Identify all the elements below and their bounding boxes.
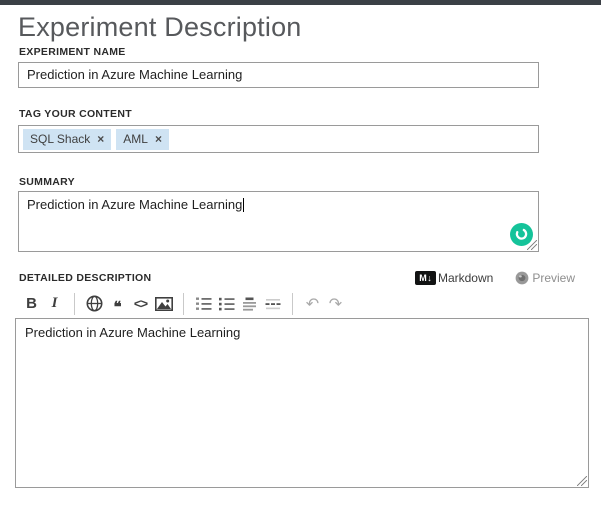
tag-remove-icon[interactable]: × bbox=[155, 132, 162, 146]
bold-button[interactable]: B bbox=[20, 291, 43, 316]
tags-input[interactable]: SQL Shack × AML × bbox=[18, 125, 539, 153]
horizontal-rule-button[interactable] bbox=[261, 291, 284, 316]
experiment-name-input[interactable]: Prediction in Azure Machine Learning bbox=[18, 62, 539, 88]
quote-button[interactable]: ❝ bbox=[106, 291, 129, 316]
preview-eye-icon bbox=[515, 271, 529, 285]
detailed-description-label: DETAILED DESCRIPTION bbox=[19, 272, 152, 284]
summary-label: SUMMARY bbox=[19, 176, 75, 188]
code-button[interactable]: <> bbox=[129, 291, 152, 316]
experiment-name-label: EXPERIMENT NAME bbox=[19, 46, 126, 58]
heading-icon bbox=[243, 297, 256, 311]
ordered-list-button[interactable] bbox=[192, 291, 215, 316]
toolbar-divider bbox=[74, 292, 75, 315]
experiment-description-page: Experiment Description EXPERIMENT NAME P… bbox=[0, 0, 601, 507]
tag-remove-icon[interactable]: × bbox=[97, 132, 104, 146]
summary-value: Prediction in Azure Machine Learning bbox=[27, 197, 243, 212]
heading-button[interactable] bbox=[238, 291, 261, 316]
toolbar-divider bbox=[292, 292, 293, 315]
detailed-description-value: Prediction in Azure Machine Learning bbox=[25, 325, 241, 340]
detailed-description-textarea[interactable]: Prediction in Azure Machine Learning bbox=[15, 318, 589, 488]
italic-button[interactable]: I bbox=[43, 291, 66, 316]
toolbar-divider bbox=[183, 292, 184, 315]
undo-button[interactable]: ↶ bbox=[301, 291, 324, 316]
markdown-toolbar: B I ❝ <> ↶ ↷ bbox=[20, 290, 347, 317]
markdown-label: Markdown bbox=[437, 271, 494, 285]
window-top-bar bbox=[0, 0, 601, 5]
link-globe-button[interactable] bbox=[83, 291, 106, 316]
summary-textarea[interactable]: Prediction in Azure Machine Learning bbox=[18, 191, 539, 252]
unordered-list-button[interactable] bbox=[215, 291, 238, 316]
markdown-mode-bar: M ↓ Markdown Preview bbox=[414, 271, 575, 285]
experiment-name-value: Prediction in Azure Machine Learning bbox=[27, 67, 243, 82]
page-title: Experiment Description bbox=[18, 12, 302, 42]
preview-label: Preview bbox=[532, 271, 575, 285]
globe-icon bbox=[86, 295, 103, 312]
resize-handle[interactable] bbox=[527, 240, 537, 250]
preview-toggle[interactable]: Preview bbox=[515, 271, 575, 285]
ordered-list-icon bbox=[195, 297, 211, 310]
image-icon bbox=[154, 296, 173, 311]
tag-chip-label: SQL Shack bbox=[30, 132, 91, 146]
text-cursor bbox=[243, 198, 245, 212]
tag-chip-label: AML bbox=[123, 132, 148, 146]
tag-chip[interactable]: SQL Shack × bbox=[23, 128, 112, 150]
image-button[interactable] bbox=[152, 291, 175, 316]
horizontal-rule-icon bbox=[265, 298, 280, 309]
unordered-list-icon bbox=[218, 297, 234, 310]
tag-chip[interactable]: AML × bbox=[116, 128, 169, 150]
tags-label: TAG YOUR CONTENT bbox=[19, 108, 132, 120]
markdown-logo-icon: M ↓ bbox=[414, 271, 436, 285]
redo-button[interactable]: ↷ bbox=[324, 291, 347, 316]
resize-handle[interactable] bbox=[577, 476, 587, 486]
